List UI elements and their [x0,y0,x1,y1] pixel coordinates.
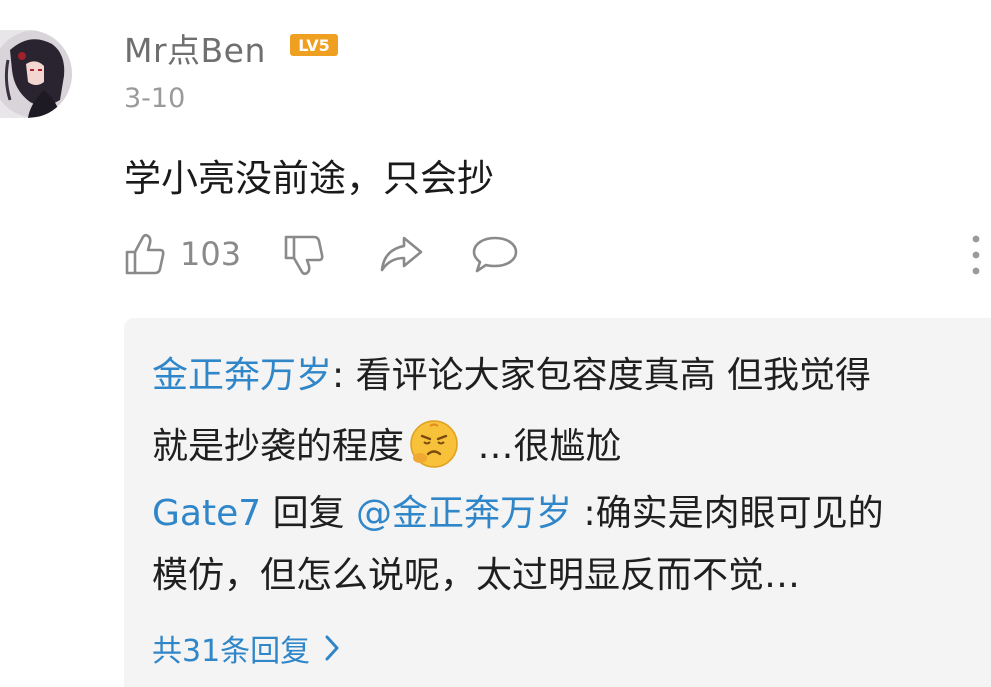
reply-1-author[interactable]: 金正奔万岁 [152,355,332,396]
comment-card: Mr点Ben LV5 3-10 学小亮没前途，只会抄 103 金正奔万岁: 看评… [0,0,991,687]
comment-text: 学小亮没前途，只会抄 [124,157,494,200]
level-badge-label: LV5 [298,36,330,55]
chevron-right-icon [325,635,339,661]
reply-1-text-end: …很尴尬 [466,426,622,467]
reply-1-text-cont: 就是抄袭的程度 [152,426,405,467]
reply-2-author[interactable]: Gate7 [152,493,261,534]
more-options-icon[interactable] [968,233,984,277]
reply-1-separator: : [332,355,356,396]
thumbs-down-icon [284,235,324,276]
reply-2-line2: 模仿，但怎么说呢，太过明显反而不觉… [152,556,800,596]
reply-1-text: 看评论大家包容度真高 但我觉得 [355,355,872,396]
share-arrow-icon [380,236,423,272]
level-badge-icon: LV5 [290,34,338,56]
username[interactable]: Mr点Ben [124,24,266,72]
reply-2-text: :确实是肉眼可见的 [572,493,884,534]
reply-1-line1: 金正奔万岁: 看评论大家包容度真高 但我觉得 [152,356,871,396]
avatar[interactable] [0,30,72,118]
share-button[interactable] [378,234,424,274]
comment-bubble-icon [472,236,518,273]
reply-2-reply-word: 回复 [261,493,357,534]
reply-2-text-cont: 模仿，但怎么说呢，太过明显反而不觉… [152,555,801,596]
view-all-replies-label: 共31条回复 [152,634,311,669]
thumbs-up-icon [125,233,165,275]
avatar-image [0,30,72,118]
reply-1-line2: 就是抄袭的程度 …很尴尬 [152,420,622,474]
reply-button[interactable] [471,234,519,274]
view-all-replies-button[interactable]: 共31条回复 [152,626,340,670]
frustrated-face-emoji-icon [410,420,458,468]
like-count: 103 [180,235,242,273]
like-button[interactable]: 103 [124,232,241,276]
dislike-button[interactable] [283,234,325,276]
reply-2-mention[interactable]: @金正奔万岁 [356,493,572,534]
replies-preview: 金正奔万岁: 看评论大家包容度真高 但我觉得 就是抄袭的程度 …很尴尬 Gate… [124,318,991,687]
comment-date: 3-10 [124,83,186,114]
reply-2-line1: Gate7 回复 @金正奔万岁 :确实是肉眼可见的 [152,494,884,534]
